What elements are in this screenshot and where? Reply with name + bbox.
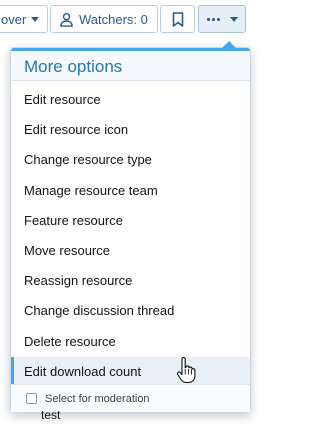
- menu-item-change-discussion-thread[interactable]: Change discussion thread: [11, 296, 250, 326]
- more-options-menu: More options Edit resource Edit resource…: [10, 41, 251, 413]
- chevron-down-icon: [31, 16, 40, 22]
- select-for-moderation-label: Select for moderation: [45, 392, 150, 405]
- chevron-down-icon: [229, 16, 238, 22]
- hand-pointer-cursor-icon: [176, 357, 196, 383]
- menu-item-feature-resource[interactable]: Feature resource: [11, 206, 250, 236]
- menu-pointer-arrow: [222, 41, 236, 48]
- partial-dropdown-button[interactable]: over: [0, 5, 48, 33]
- moderation-checkbox[interactable]: [26, 393, 37, 404]
- menu-title: More options: [11, 48, 250, 81]
- page: over Watchers: 0 More options Edit resou…: [0, 0, 264, 425]
- menu-item-change-resource-type[interactable]: Change resource type: [11, 145, 250, 175]
- menu-item-move-resource[interactable]: Move resource: [11, 236, 250, 266]
- menu-item-reassign-resource[interactable]: Reassign resource: [11, 266, 250, 296]
- menu-item-edit-download-count[interactable]: Edit download count: [11, 356, 250, 387]
- menu-item-delete-resource[interactable]: Delete resource: [11, 327, 250, 357]
- ellipsis-icon: [206, 17, 220, 21]
- menu-item-edit-resource[interactable]: Edit resource: [11, 85, 250, 115]
- watchers-label: Watchers: 0: [79, 11, 148, 27]
- background-content-text: test: [41, 408, 61, 422]
- menu-list: Edit resource Edit resource icon Change …: [11, 81, 250, 387]
- bookmark-button[interactable]: [160, 5, 195, 33]
- menu-item-manage-resource-team[interactable]: Manage resource team: [11, 176, 250, 206]
- more-options-button[interactable]: [198, 5, 246, 33]
- user-icon: [60, 12, 73, 27]
- partial-dropdown-label: over: [1, 11, 27, 27]
- bookmark-icon: [172, 11, 183, 27]
- menu-item-edit-resource-icon[interactable]: Edit resource icon: [11, 115, 250, 145]
- watchers-button[interactable]: Watchers: 0: [50, 5, 158, 33]
